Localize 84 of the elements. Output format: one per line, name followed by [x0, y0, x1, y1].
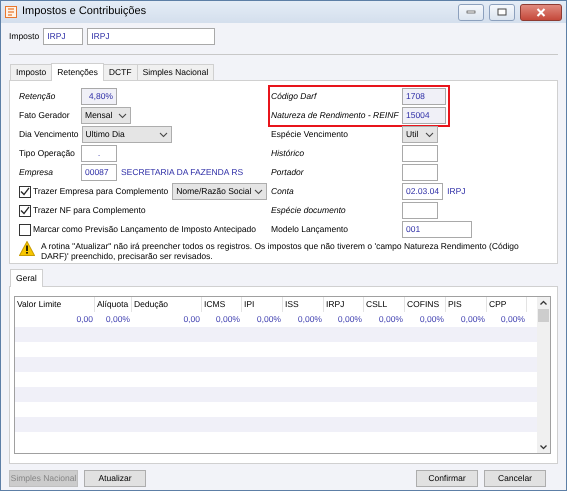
dropdown[interactable]: Mensal	[81, 107, 131, 124]
input-field[interactable]: IRPJ	[87, 28, 216, 45]
field-label: Portador	[271, 167, 305, 178]
tab[interactable]: Imposto	[10, 64, 52, 80]
close-button[interactable]	[520, 4, 562, 20]
input-field[interactable]: 001	[402, 221, 472, 238]
table-cell-text: 0,00	[182, 313, 201, 326]
input-field[interactable]: .	[81, 145, 117, 162]
chevron-icon	[425, 132, 434, 138]
tab[interactable]: Simples Nacional	[136, 64, 214, 80]
checkbox-label: Trazer Empresa para Complemento	[33, 186, 168, 197]
input-field[interactable]: 00087	[81, 164, 117, 181]
column-header[interactable]: CPP	[487, 297, 527, 312]
field-value: IRPJ	[447, 186, 466, 197]
checkbox[interactable]	[19, 224, 31, 236]
field-label: Modelo Lançamento	[271, 224, 350, 235]
field-label: Dia Vencimento	[19, 129, 80, 140]
input-field[interactable]: 15004	[402, 107, 446, 124]
column-header[interactable]: Valor Limite	[15, 297, 95, 312]
warning-icon	[19, 241, 35, 256]
minimize-button[interactable]	[458, 4, 484, 20]
input-field[interactable]: IRPJ	[43, 28, 84, 45]
input-field[interactable]	[402, 145, 438, 162]
field-label: Empresa	[19, 167, 54, 178]
dropdown[interactable]: Ultimo Dia	[82, 126, 172, 143]
column-header[interactable]: Alíquota	[95, 297, 132, 312]
column-header[interactable]: COFINS	[405, 297, 446, 312]
table-cell-text: 0,00%	[460, 313, 486, 326]
button[interactable]: Cancelar	[484, 470, 546, 487]
table-cell-text: 0,00	[75, 313, 94, 326]
chevron-icon	[254, 188, 264, 194]
checkbox-label: Trazer NF para Complemento	[33, 205, 146, 216]
input-field[interactable]: 4,80%	[81, 88, 117, 105]
column-header[interactable]: IPI	[242, 297, 283, 312]
app-icon	[5, 6, 17, 18]
column-header[interactable]: Dedução	[132, 297, 202, 312]
field-label: Espécie Vencimento	[271, 129, 350, 140]
field-label: Retenção	[19, 91, 56, 102]
dropdown[interactable]: Nome/Razão Social	[172, 183, 268, 200]
chevron-icon	[158, 132, 168, 138]
input-field[interactable]	[402, 164, 438, 181]
column-header[interactable]: ICMS	[202, 297, 242, 312]
column-header[interactable]: ISS	[283, 297, 324, 312]
maximize-icon	[497, 8, 507, 16]
column-header[interactable]: CSLL	[364, 297, 405, 312]
field-label: Natureza de Rendimento - REINF	[271, 110, 400, 121]
column-header[interactable]: PIS	[446, 297, 487, 312]
scrollbar[interactable]	[537, 297, 550, 453]
field-label: Imposto	[9, 31, 40, 42]
table-cell-text: 0,00%	[500, 313, 526, 326]
chevron-icon	[118, 112, 127, 118]
button[interactable]: Atualizar	[84, 470, 146, 487]
scroll-thumb[interactable]	[538, 309, 549, 322]
maximize-button[interactable]	[489, 4, 515, 20]
field-value: SECRETARIA DA FAZENDA RS	[121, 167, 244, 178]
minimize-icon	[466, 9, 476, 15]
checkbox-label: Marcar como Previsão Lançamento de Imposto Antecipado	[33, 224, 256, 235]
window-title: Impostos e Contribuições	[22, 5, 148, 19]
field-label: Conta	[271, 186, 295, 197]
input-field[interactable]	[402, 202, 438, 219]
field-label: Tipo Operação	[19, 148, 76, 159]
column-header[interactable]: IRPJ	[324, 297, 364, 312]
table-cell-text: 0,00%	[418, 313, 445, 326]
table-cell-text: 0,00%	[378, 313, 404, 326]
dropdown[interactable]: Util	[402, 126, 438, 143]
field-label: Histórico	[271, 148, 306, 159]
checkbox[interactable]	[19, 204, 31, 216]
field-label: Espécie documento	[271, 205, 347, 216]
checkbox[interactable]	[19, 186, 31, 198]
field-label: Código Darf	[271, 91, 318, 102]
table-cell-text: 0,00%	[214, 313, 241, 326]
table-cell-text: 0,00%	[256, 313, 282, 326]
field-label: Fato Gerador	[19, 110, 71, 121]
tab[interactable]: Retenções	[51, 63, 104, 81]
table-cell-text: 0,00%	[336, 313, 363, 326]
table-cell-text: 0,00%	[104, 313, 131, 326]
table-cell-text: 0,00%	[296, 313, 323, 326]
tab[interactable]: DCTF	[102, 64, 138, 80]
button[interactable]: Confirmar	[416, 470, 478, 487]
input-field[interactable]: 02.03.04	[402, 183, 444, 200]
tab[interactable]: Geral	[10, 269, 43, 287]
input-field[interactable]: 1708	[402, 88, 446, 105]
warning-message: A rotina "Atualizar" não irá preencher todos os registros. Os impostos que não tiverem o 'campo Natureza Rendimento (Código DARF)' preenchido, precisarão ser revisados.	[41, 241, 520, 262]
close-icon	[536, 8, 546, 16]
